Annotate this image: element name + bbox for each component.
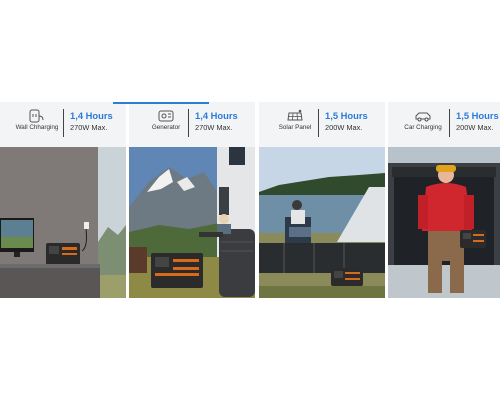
card-power: 200W Max. [325,123,363,132]
car-icon [415,112,431,122]
card-label: Car Charging [404,124,442,131]
card-header: Wall Chharging 1,4 Hours 270W Max. [0,102,126,147]
card-hours: 1,4 Hours [195,110,238,121]
card-label: Solar Panel [278,124,312,131]
solar-panel-icon [287,109,303,121]
card-wall-charging: Wall Chharging 1,4 Hours 270W Max. [0,102,126,298]
generator-icon [158,110,174,122]
card-hours: 1,5 Hours [456,110,499,121]
card-label: Wall Chharging [15,124,59,131]
generator-photo [129,147,255,298]
card-divider [63,109,64,137]
wall-charging-photo [0,147,126,298]
car-charging-photo [388,147,500,298]
card-divider [449,109,450,137]
wall-outlet-icon [29,109,44,123]
card-power: 270W Max. [195,123,233,132]
card-power: 270W Max. [70,123,108,132]
card-label: Generator [151,124,181,131]
card-solar-panel: Solar Panel 1,5 Hours 200W Max. [259,102,385,298]
card-generator: Generator 1,4 Hours 270W Max. [129,102,255,298]
card-divider [188,109,189,137]
card-header: Solar Panel 1,5 Hours 200W Max. [259,102,385,147]
solar-panel-photo [259,147,385,298]
card-hours: 1,5 Hours [325,110,368,121]
card-power: 200W Max. [456,123,494,132]
card-header: Generator 1,4 Hours 270W Max. [129,102,255,147]
charging-methods-strip: Wall Chharging 1,4 Hours 270W Max. Gener… [0,102,500,298]
card-header: Car Charging 1,5 Hours 200W Max. [388,102,500,147]
active-indicator [113,102,209,104]
card-hours: 1,4 Hours [70,110,113,121]
card-car-charging: Car Charging 1,5 Hours 200W Max. [388,102,500,298]
card-divider [318,109,319,137]
